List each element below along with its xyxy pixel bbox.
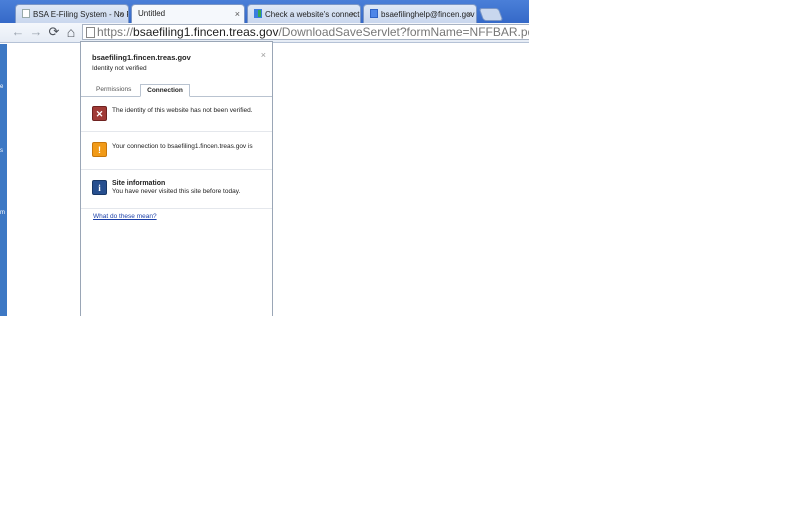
page-icon xyxy=(22,9,30,18)
strip-letter: e xyxy=(0,84,4,90)
site-info-message: You have never visited this site before … xyxy=(112,188,241,195)
site-info-popup: bsaefiling1.fincen.treas.gov Identity no… xyxy=(80,41,273,316)
identity-section: ✕ The identity of this website has not b… xyxy=(81,96,272,132)
google-g-icon xyxy=(370,9,378,18)
url-path: /DownloadSaveServlet?formName=NFFBAR.pdf xyxy=(278,25,529,39)
forward-button[interactable]: → xyxy=(28,24,44,40)
strip-letter: m xyxy=(0,210,5,216)
reload-button[interactable]: ⟳ xyxy=(46,24,62,40)
new-tab-button[interactable] xyxy=(478,8,504,21)
strip-letter: s xyxy=(0,148,3,154)
identity-status: Identity not verified xyxy=(92,65,147,72)
site-info-text: Site information You have never visited … xyxy=(112,180,267,196)
toolbar: ← → ⟳ ⌂ https://bsaefiling1.fincen.treas… xyxy=(0,23,529,43)
close-icon[interactable]: × xyxy=(119,9,124,19)
page-left-strip: e s m xyxy=(0,44,7,316)
home-button[interactable]: ⌂ xyxy=(63,24,79,40)
url-scheme: https:// xyxy=(97,25,134,39)
close-icon[interactable]: × xyxy=(351,9,356,19)
help-link[interactable]: What do these mean? xyxy=(93,213,157,220)
tab-title: Check a website's connectio xyxy=(265,10,361,19)
connection-message: Your connection to bsaefiling1.fincen.tr… xyxy=(112,143,253,150)
browser-window: BSA E-Filing System - No Re × Untitled ×… xyxy=(0,0,529,316)
tab-strip: BSA E-Filing System - No Re × Untitled ×… xyxy=(0,0,529,24)
back-button[interactable]: ← xyxy=(10,24,26,40)
info-icon: i xyxy=(92,180,107,195)
site-info-title: Site information xyxy=(112,180,166,187)
tab-gmail-help[interactable]: bsaefilinghelp@fincen.gov - × xyxy=(363,4,477,23)
connection-section: ! Your connection to bsaefiling1.fincen.… xyxy=(81,131,272,170)
tab-title: BSA E-Filing System - No Re xyxy=(33,10,129,19)
tab-untitled[interactable]: Untitled × xyxy=(131,4,245,24)
page-icon xyxy=(86,27,95,38)
close-icon[interactable]: × xyxy=(467,9,472,19)
popup-tabs: Permissions Connection xyxy=(81,82,272,97)
tab-permissions[interactable]: Permissions xyxy=(90,84,137,96)
close-icon[interactable]: × xyxy=(261,50,266,60)
address-bar[interactable]: https://bsaefiling1.fincen.treas.gov/Dow… xyxy=(82,24,529,40)
tab-check-connection[interactable]: Check a website's connectio × xyxy=(247,4,361,23)
site-info-section: i Site information You have never visite… xyxy=(81,169,272,209)
identity-warning-icon: ✕ xyxy=(92,106,107,121)
tab-bsa-efiling[interactable]: BSA E-Filing System - No Re × xyxy=(15,4,129,23)
url-host: bsaefiling1.fincen.treas.gov xyxy=(133,25,279,39)
identity-message: The identity of this website has not bee… xyxy=(112,107,253,114)
close-icon[interactable]: × xyxy=(235,9,240,19)
tab-title: bsaefilinghelp@fincen.gov - xyxy=(381,10,477,19)
google-colored-icon xyxy=(254,9,262,18)
popup-hostname: bsaefiling1.fincen.treas.gov xyxy=(92,53,191,62)
warning-icon: ! xyxy=(92,142,107,157)
tab-title: Untitled xyxy=(138,9,166,18)
